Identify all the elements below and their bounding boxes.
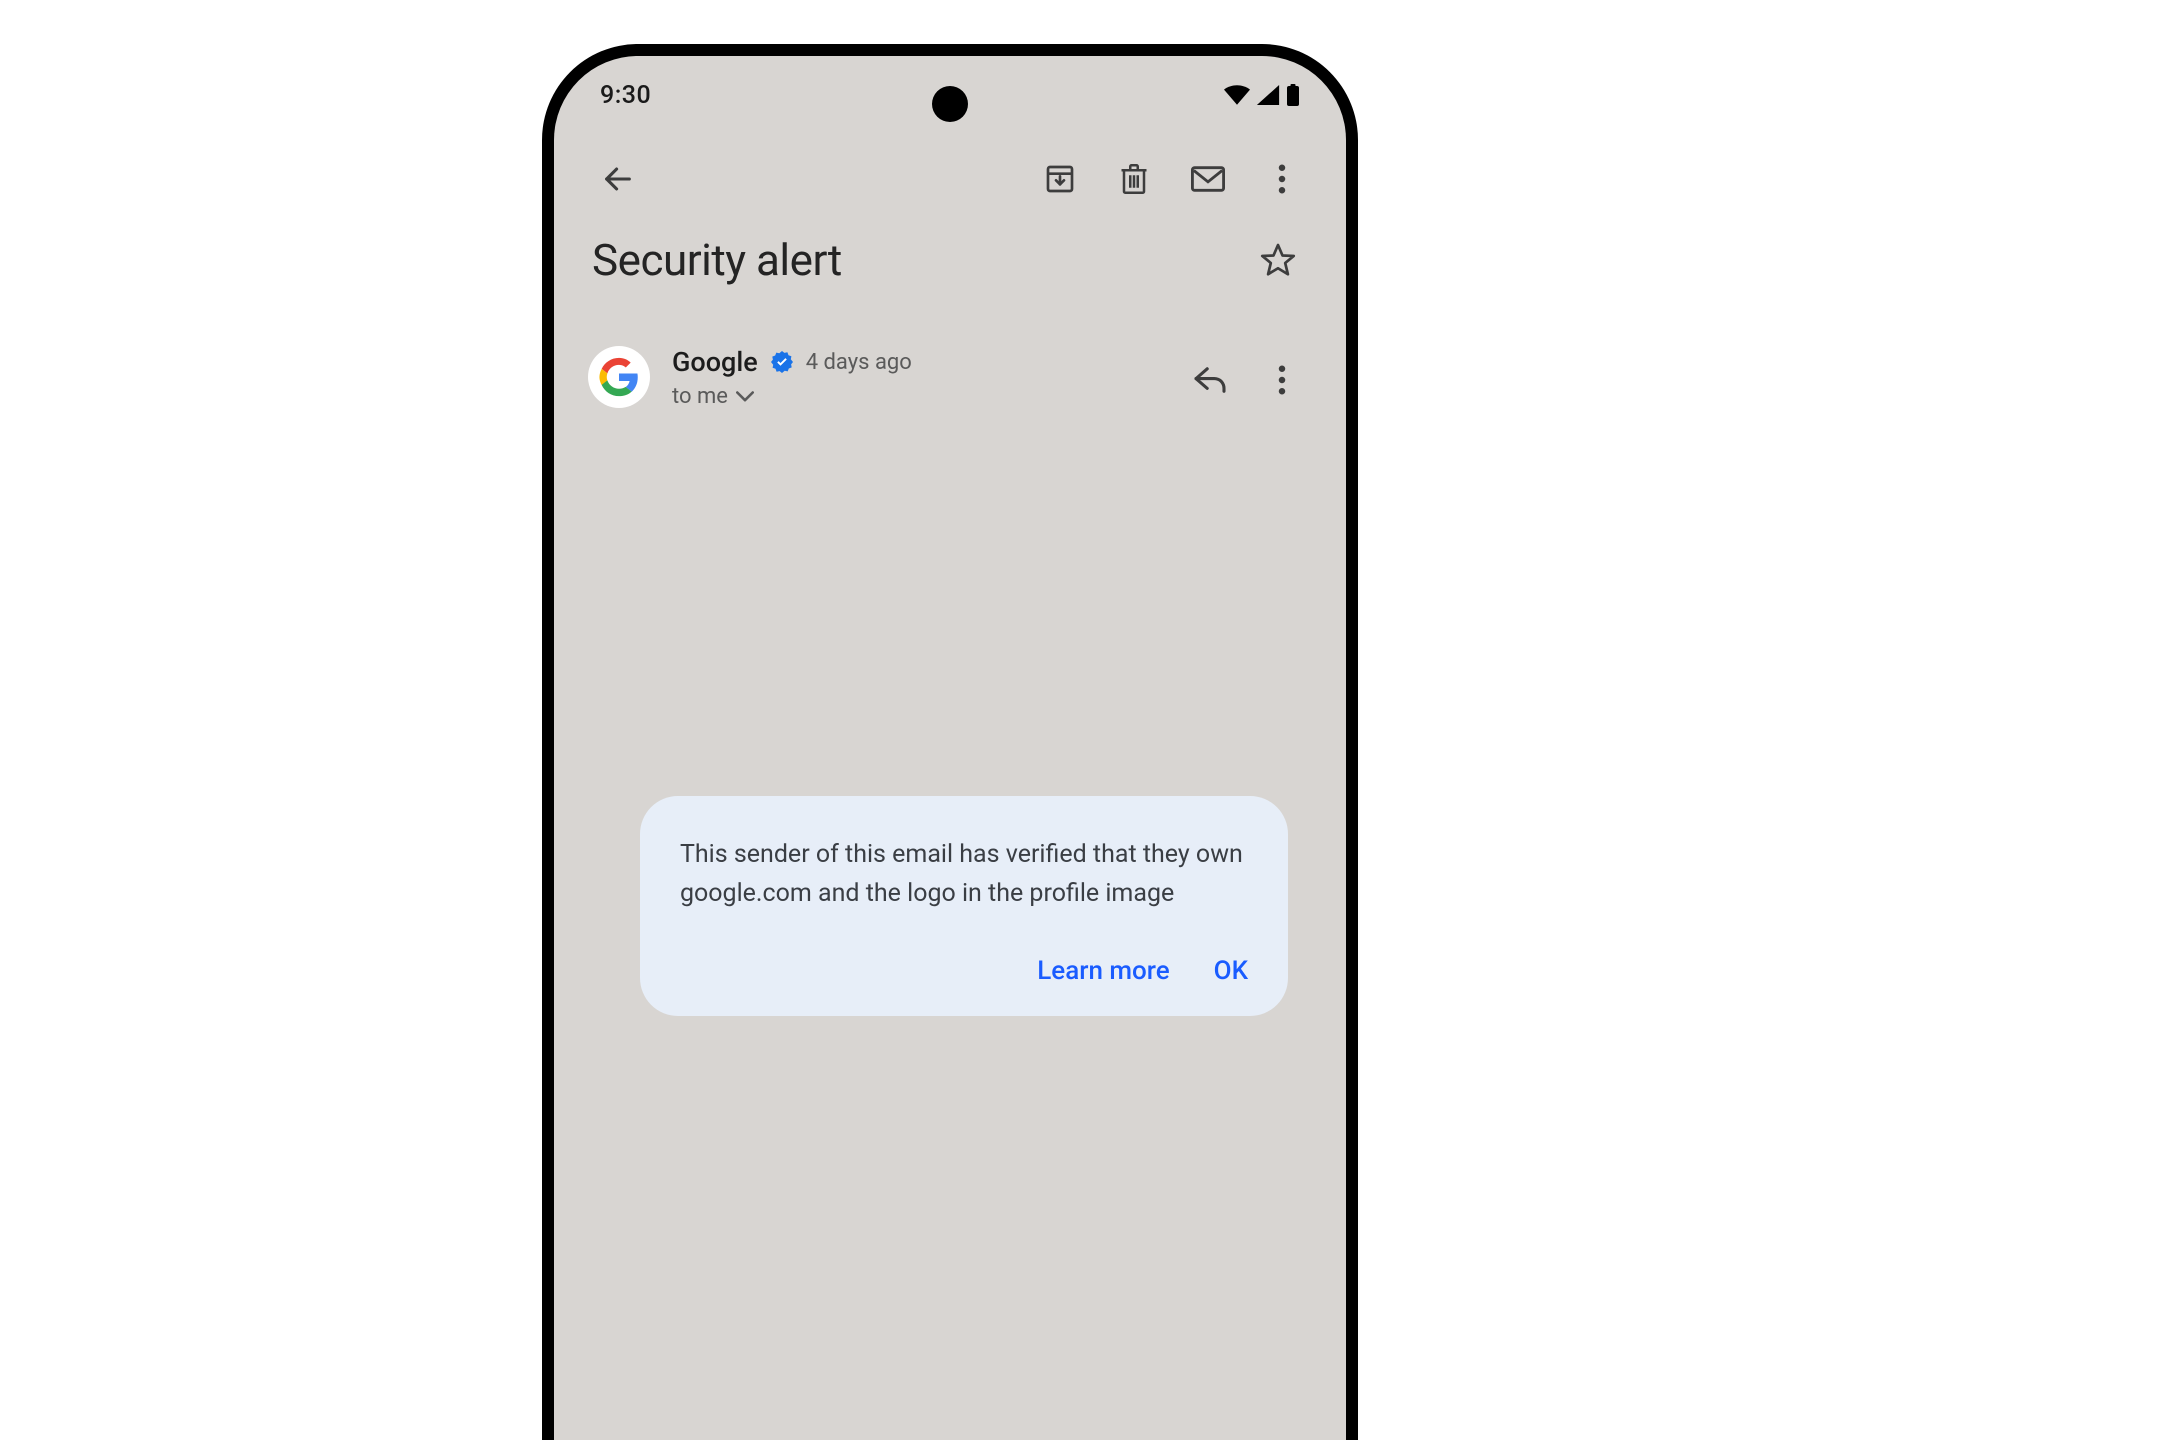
ok-button[interactable]: OK: [1214, 956, 1248, 986]
app-bar: [554, 134, 1346, 224]
popover-text-prefix: This sender of this email has verified t…: [680, 840, 1243, 869]
email-date: 4 days ago: [806, 350, 912, 375]
phone-frame: 9:30: [542, 44, 1358, 1440]
learn-more-button[interactable]: Learn more: [1037, 956, 1169, 986]
google-logo-icon: [599, 357, 639, 397]
wifi-icon: [1224, 85, 1250, 105]
verified-badge-icon[interactable]: [770, 350, 794, 374]
sender-avatar[interactable]: [588, 346, 650, 408]
phone-screen: 9:30: [554, 56, 1346, 1440]
archive-button[interactable]: [1030, 149, 1090, 209]
delete-button[interactable]: [1104, 149, 1164, 209]
subject-row: Security alert: [554, 224, 1346, 300]
back-button[interactable]: [588, 149, 648, 209]
camera-hole: [932, 86, 968, 122]
popover-text: This sender of this email has verified t…: [680, 836, 1248, 914]
email-subject: Security alert: [592, 234, 1230, 286]
battery-icon: [1286, 84, 1300, 106]
reply-button[interactable]: [1180, 350, 1240, 410]
sender-row: Google 4 days ago to me: [554, 300, 1346, 410]
message-more-button[interactable]: [1252, 350, 1312, 410]
sender-name: Google: [672, 346, 758, 378]
verified-sender-popover: This sender of this email has verified t…: [640, 796, 1288, 1016]
status-right: [1224, 84, 1300, 106]
recipient-label: to me: [672, 384, 728, 409]
recipient-toggle[interactable]: to me: [672, 384, 1158, 409]
popover-domain: google.com: [680, 879, 812, 908]
chevron-down-icon: [736, 391, 754, 403]
status-time: 9:30: [600, 81, 651, 110]
more-button[interactable]: [1252, 149, 1312, 209]
mark-unread-button[interactable]: [1178, 149, 1238, 209]
popover-text-suffix: and the logo in the profile image: [812, 879, 1174, 908]
cellular-icon: [1256, 85, 1280, 105]
star-button[interactable]: [1248, 230, 1308, 290]
